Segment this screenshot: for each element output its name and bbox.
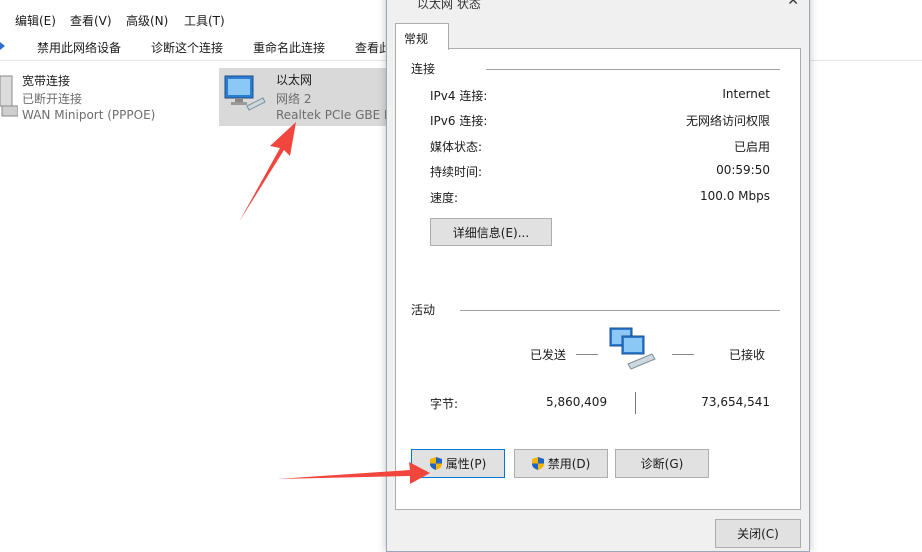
bytes-divider (635, 392, 636, 414)
general-panel: 连接 IPv4 连接: Internet IPv6 连接: 无网络访问权限 媒体… (395, 48, 801, 510)
speed-label: 速度: (430, 191, 459, 205)
ipv4-value: Internet (722, 87, 770, 101)
connection-device: Realtek PCIe GBE F (276, 108, 391, 122)
menu-advanced[interactable]: 高级(N) (126, 12, 168, 29)
duration-label: 持续时间: (430, 165, 483, 179)
close-button[interactable]: 关闭(C) (715, 519, 801, 548)
speed-value: 100.0 Mbps (699, 189, 770, 203)
diagnose-connection-button[interactable]: 诊断这个连接 (151, 39, 223, 56)
ethernet-status-dialog: 以太网 状态 ✕ 常规 连接 IPv4 连接: Internet IPv6 连接… (386, 0, 810, 552)
tab-general[interactable]: 常规 (395, 23, 449, 50)
media-state-value: 已启用 (733, 140, 770, 154)
sent-label: 已发送 (530, 348, 567, 362)
activity-group-label: 活动 (411, 303, 436, 317)
uac-shield-icon (429, 457, 442, 470)
connection-group-label: 连接 (411, 62, 436, 76)
ipv6-label: IPv6 连接: (430, 114, 488, 128)
media-state-label: 媒体状态: (430, 140, 483, 154)
close-icon[interactable]: ✕ (787, 0, 799, 9)
menu-view[interactable]: 查看(V) (70, 12, 112, 29)
properties-button[interactable]: 属性(P) (411, 449, 505, 478)
connection-status: 已断开连接 (22, 92, 83, 106)
disable-button[interactable]: 禁用(D) (514, 449, 608, 478)
network-activity-icon (609, 327, 656, 370)
connection-ethernet[interactable]: 以太网 网络 2 Realtek PCIe GBE F (219, 68, 391, 126)
arrow-to-ethernet (239, 122, 296, 222)
connection-name: 宽带连接 (22, 74, 71, 88)
details-button[interactable]: 详细信息(E)... (430, 218, 552, 246)
connection-broadband[interactable]: 宽带连接 已断开连接 WAN Miniport (PPPOE) (0, 64, 200, 124)
bytes-sent-value: 5,860,409 (546, 395, 608, 409)
menu-tools[interactable]: 工具(T) (184, 12, 225, 29)
connection-status: 网络 2 (276, 92, 312, 106)
disable-label: 禁用(D) (547, 457, 591, 471)
menu-edit[interactable]: 编辑(E) (15, 12, 56, 29)
rename-connection-button[interactable]: 重命名此连接 (253, 39, 325, 56)
group-divider (486, 69, 780, 70)
sent-line (576, 354, 598, 355)
toolbar-overflow-icon[interactable] (0, 42, 5, 50)
bytes-received-value: 73,654,541 (701, 395, 770, 409)
diagnose-button[interactable]: 诊断(G) (615, 449, 709, 478)
properties-label: 属性(P) (445, 457, 487, 471)
uac-shield-icon (531, 457, 544, 470)
group-divider (460, 310, 780, 311)
ipv4-label: IPv4 连接: (430, 89, 488, 103)
connection-device: WAN Miniport (PPPOE) (22, 108, 156, 122)
connection-name: 以太网 (276, 73, 313, 87)
received-label: 已接收 (729, 348, 766, 362)
dialog-title: 以太网 状态 (417, 0, 481, 11)
duration-value: 00:59:50 (716, 163, 770, 177)
ipv6-value: 无网络访问权限 (685, 114, 770, 128)
received-line (672, 354, 694, 355)
modem-icon (0, 75, 18, 117)
tab-label: 常规 (404, 32, 429, 46)
network-computer-icon (224, 75, 266, 111)
disable-device-button[interactable]: 禁用此网络设备 (37, 39, 121, 56)
bytes-label: 字节: (430, 397, 459, 411)
